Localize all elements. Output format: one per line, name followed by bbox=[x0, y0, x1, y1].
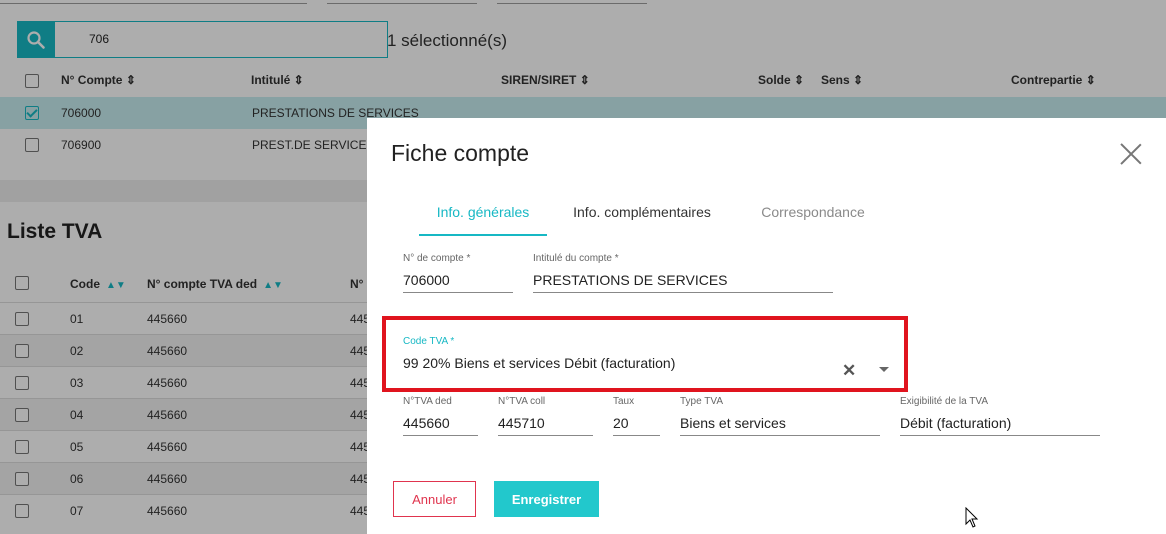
highlight-box bbox=[382, 316, 908, 392]
field-value[interactable]: Débit (facturation) bbox=[900, 410, 1100, 436]
save-button[interactable]: Enregistrer bbox=[494, 481, 599, 517]
modal-title: Fiche compte bbox=[391, 140, 530, 166]
field-value[interactable]: PRESTATIONS DE SERVICES bbox=[533, 267, 833, 293]
taux-field[interactable]: Taux 20 bbox=[613, 396, 660, 436]
field-value[interactable]: Biens et services bbox=[680, 410, 880, 436]
field-label: Intitulé du compte * bbox=[533, 253, 619, 264]
tab-info-generales[interactable]: Info. générales bbox=[419, 198, 547, 236]
exigibilite-field[interactable]: Exigibilité de la TVA Débit (facturation… bbox=[900, 396, 1100, 436]
tva-ded-field[interactable]: N°TVA ded 445660 bbox=[403, 396, 478, 436]
field-label: N° de compte * bbox=[403, 253, 471, 264]
field-value[interactable]: 445660 bbox=[403, 410, 478, 436]
intitule-field[interactable]: Intitulé du compte * PRESTATIONS DE SERV… bbox=[533, 253, 833, 293]
mouse-cursor-icon bbox=[965, 507, 979, 528]
type-tva-field[interactable]: Type TVA Biens et services bbox=[680, 396, 880, 436]
field-value[interactable]: 706000 bbox=[403, 267, 513, 293]
field-label: N°TVA coll bbox=[498, 396, 546, 407]
cancel-button[interactable]: Annuler bbox=[393, 481, 476, 517]
field-value[interactable]: 445710 bbox=[498, 410, 593, 436]
modal-tabs: Info. générales Info. complémentaires Co… bbox=[391, 198, 1151, 238]
close-icon[interactable] bbox=[1120, 143, 1142, 165]
field-label: N°TVA ded bbox=[403, 396, 452, 407]
field-value[interactable]: 20 bbox=[613, 410, 660, 436]
tva-coll-field[interactable]: N°TVA coll 445710 bbox=[498, 396, 593, 436]
field-label: Taux bbox=[613, 396, 635, 407]
field-label: Exigibilité de la TVA bbox=[900, 396, 989, 407]
tab-info-complementaires[interactable]: Info. complémentaires bbox=[567, 198, 717, 236]
num-compte-field[interactable]: N° de compte * 706000 bbox=[403, 253, 513, 293]
fiche-compte-modal: Fiche compte Info. générales Info. compl… bbox=[367, 118, 1166, 534]
field-label: Type TVA bbox=[680, 396, 723, 407]
tab-correspondance[interactable]: Correspondance bbox=[755, 198, 871, 236]
